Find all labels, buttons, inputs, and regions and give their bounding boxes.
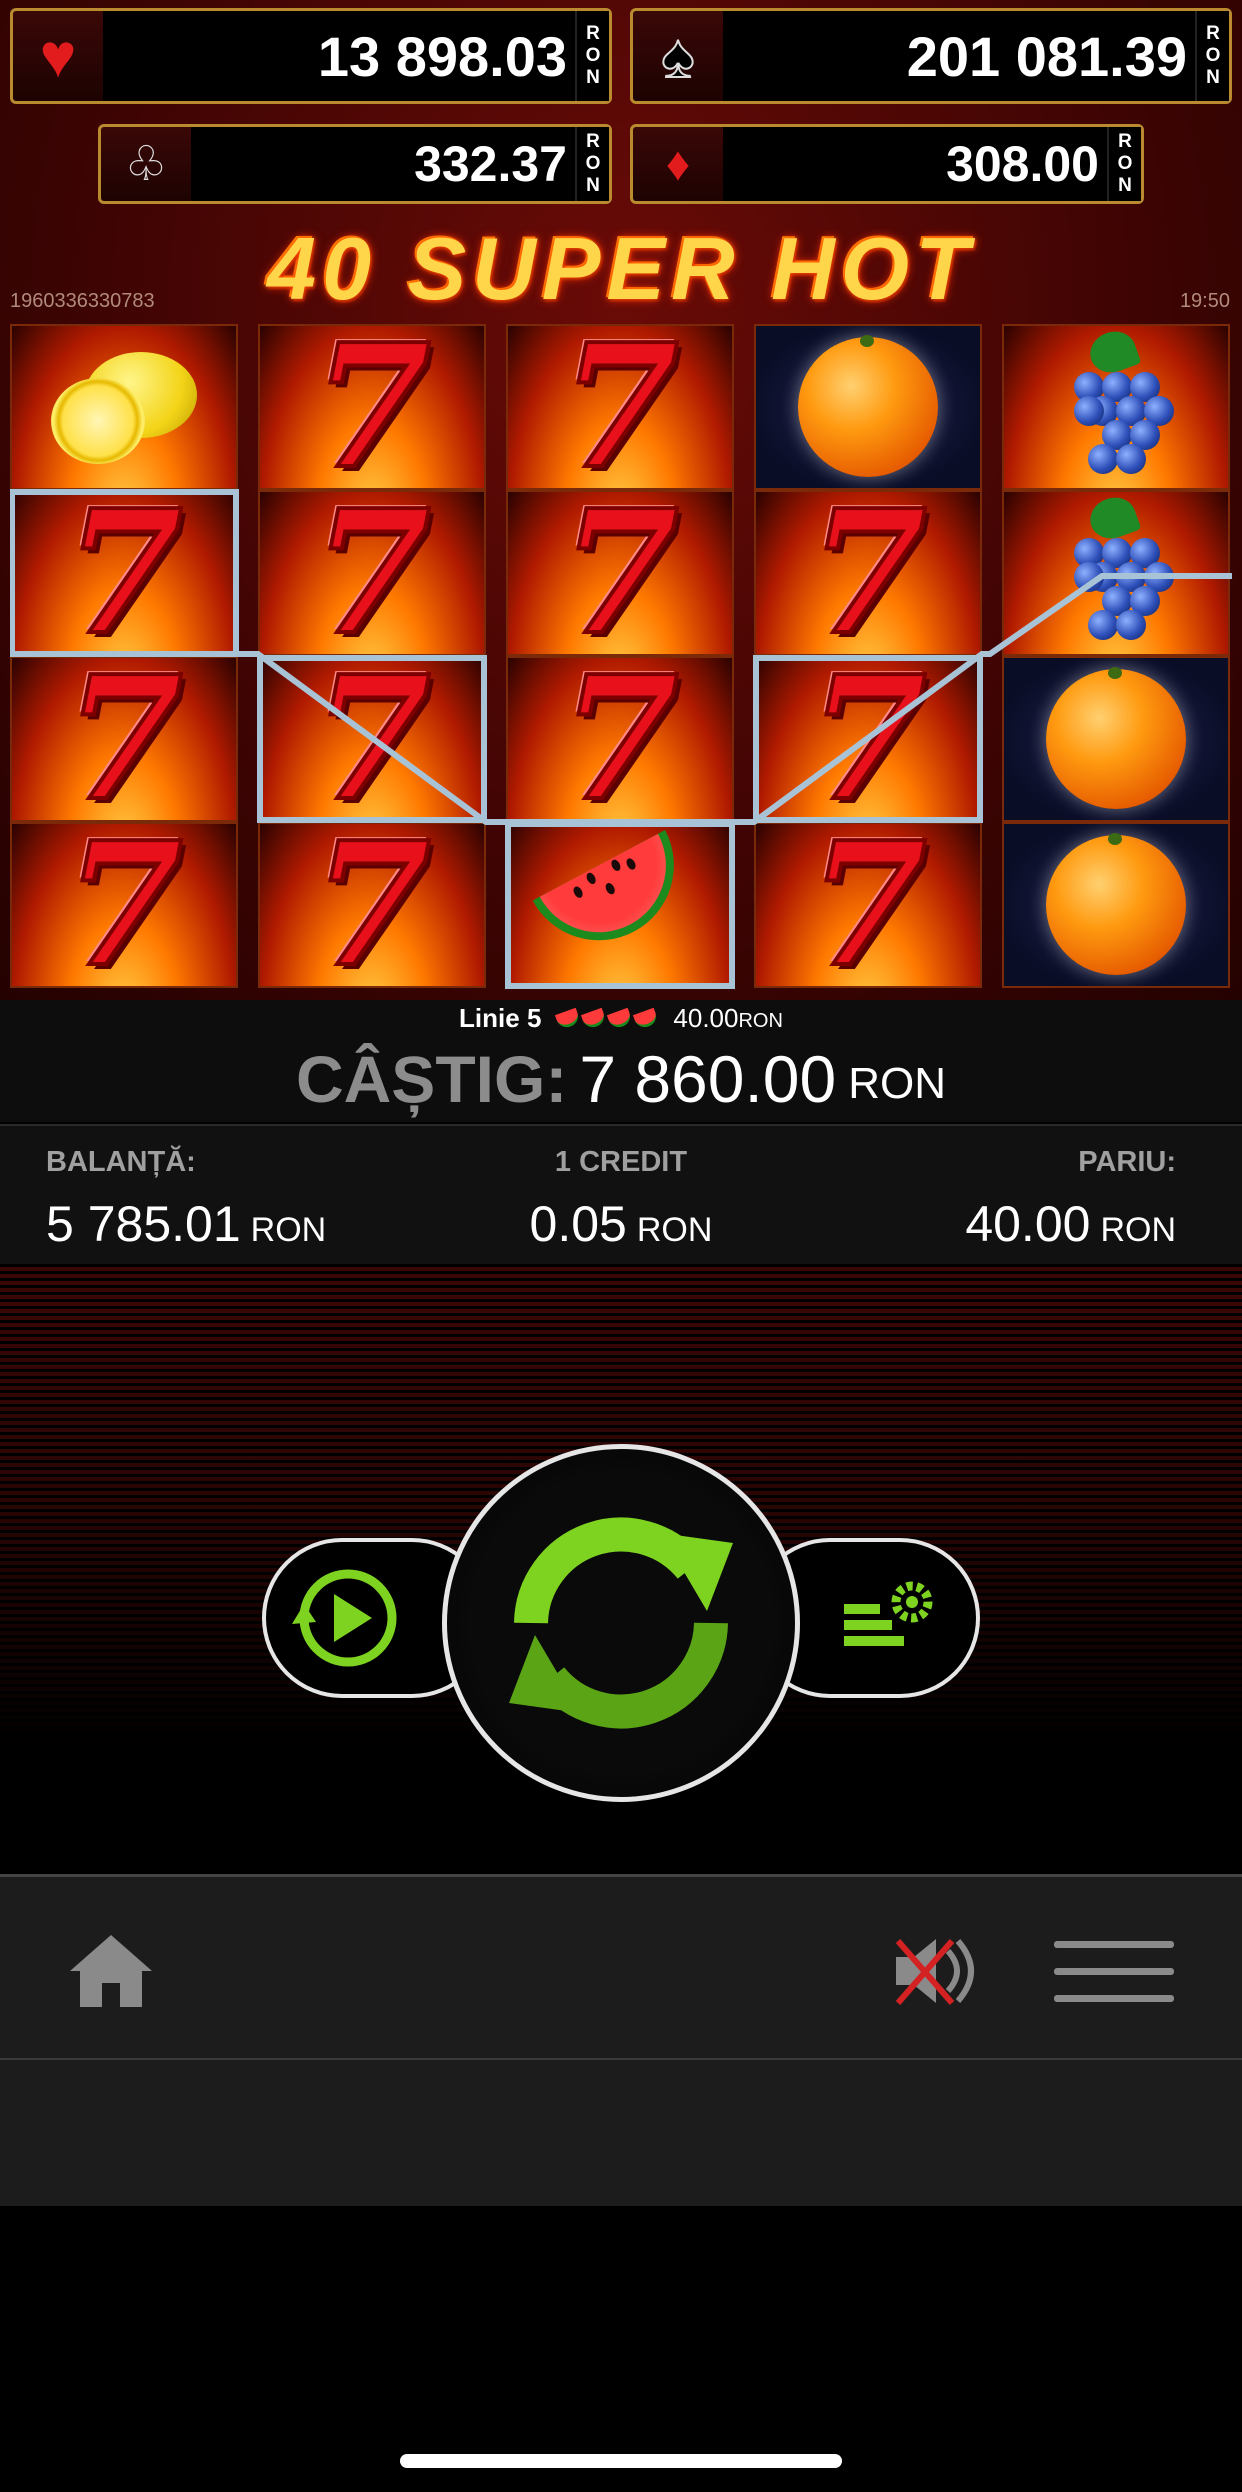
- reel-cell-seven: 7: [506, 656, 734, 822]
- bet[interactable]: PARIU: 40.00 RON: [965, 1146, 1176, 1253]
- hamburger-menu-icon: [1054, 1941, 1174, 1948]
- grapes-symbol-icon: [1046, 492, 1186, 648]
- bottom-strip: [0, 2058, 1242, 2206]
- win-currency: RON: [848, 1059, 947, 1108]
- reel-cell-grapes: [1002, 490, 1230, 656]
- jackpot-diamonds-value: 308.00: [723, 127, 1109, 201]
- payline-label: Linie 5: [459, 1002, 542, 1033]
- win-value: 7 860.00: [579, 1042, 837, 1116]
- jackpot-spades-value: 201 081.39: [723, 11, 1197, 101]
- spin-controls: [0, 1264, 1242, 1874]
- grapes-symbol-icon: [1046, 326, 1186, 482]
- seven-symbol-icon: 7: [559, 656, 681, 822]
- win-label: CÂȘTIG:: [295, 1042, 568, 1116]
- reel-cell-seven: 7: [258, 822, 486, 988]
- clock: 19:50: [1179, 290, 1230, 312]
- game-screen: ♥ 13 898.03 RON ♠ 201 081.39 RON ♧ 332.3…: [0, 0, 1242, 1000]
- seven-symbol-icon: 7: [311, 656, 433, 822]
- seven-symbol-icon: 7: [63, 822, 185, 988]
- payline-symbols: [555, 1003, 660, 1034]
- jackpot-clubs: ♧ 332.37 RON: [98, 124, 612, 204]
- watermelon-symbol-icon: [533, 830, 708, 980]
- reels-grid: 7777777777777: [10, 324, 1232, 994]
- reel-cell-orange: [1002, 656, 1230, 822]
- seven-symbol-icon: 7: [807, 490, 929, 656]
- seven-symbol-icon: 7: [311, 822, 433, 988]
- reel-cell-orange: [754, 324, 982, 490]
- game-title: 40 SUPER HOT: [267, 219, 975, 318]
- menu-button[interactable]: [1054, 1941, 1174, 2007]
- spade-suit-icon: ♠: [633, 11, 726, 101]
- reel-cell-seven: 7: [258, 656, 486, 822]
- orange-symbol-icon: [1046, 667, 1186, 809]
- jackpot-currency: RON: [575, 127, 609, 201]
- reel-cell-grapes: [1002, 324, 1230, 490]
- lemon-symbol-icon: [49, 348, 199, 466]
- orange-symbol-icon: [798, 335, 938, 477]
- jackpot-currency: RON: [575, 11, 609, 101]
- home-indicator[interactable]: [400, 2454, 842, 2468]
- seven-symbol-icon: 7: [807, 822, 929, 988]
- heart-suit-icon: ♥: [13, 11, 106, 101]
- watermelon-icon: [555, 1007, 582, 1030]
- jackpot-hearts: ♥ 13 898.03 RON: [10, 8, 612, 104]
- home-icon: [70, 1935, 152, 2007]
- reel-cell-seven: 7: [258, 324, 486, 490]
- payline-info: Linie 5 40.00RON: [0, 1000, 1242, 1036]
- orange-symbol-icon: [1046, 833, 1186, 975]
- club-suit-icon: ♧: [101, 127, 194, 201]
- jackpot-hearts-value: 13 898.03: [103, 11, 577, 101]
- seven-symbol-icon: 7: [63, 656, 185, 822]
- stats-bar: BALANȚĂ: 5 785.01 RON 1 CREDIT 0.05 RON PA…: [0, 1124, 1242, 1266]
- watermelon-icon: [607, 1007, 634, 1030]
- reel-cell-seven: 7: [10, 822, 238, 988]
- seven-symbol-icon: 7: [559, 324, 681, 490]
- reel-cell-lemon: [10, 324, 238, 490]
- reel-cell-seven: 7: [258, 490, 486, 656]
- bet-currency: RON: [1100, 1211, 1176, 1249]
- game-round-id: 1960336330783: [10, 290, 155, 312]
- jackpot-spades: ♠ 201 081.39 RON: [630, 8, 1232, 104]
- reel-cell-seven: 7: [506, 490, 734, 656]
- reel-cell-seven: 7: [10, 490, 238, 656]
- mute-button[interactable]: [890, 1933, 986, 2009]
- jackpot-diamonds: ♦ 308.00 RON: [630, 124, 1144, 204]
- credit-amount: 0.05: [529, 1196, 627, 1252]
- watermelon-icon: [581, 1007, 608, 1030]
- diamond-suit-icon: ♦: [633, 127, 726, 201]
- reel-cell-seven: 7: [506, 324, 734, 490]
- reel-cell-orange: [1002, 822, 1230, 988]
- seven-symbol-icon: 7: [311, 490, 433, 656]
- credit-currency: RON: [636, 1211, 713, 1249]
- home-button[interactable]: [66, 1931, 156, 2011]
- reel-cell-watermelon: [506, 822, 734, 988]
- reel-cell-seven: 7: [754, 822, 982, 988]
- sound-muted-icon: [895, 1939, 974, 2005]
- spin-icon: [509, 1517, 733, 1729]
- jackpot-currency: RON: [1107, 127, 1141, 201]
- payline-currency: RON: [738, 1009, 783, 1032]
- reel-cell-seven: 7: [10, 656, 238, 822]
- spin-button[interactable]: [442, 1444, 800, 1802]
- seven-symbol-icon: 7: [807, 656, 929, 822]
- seven-symbol-icon: 7: [63, 490, 185, 656]
- bet-label: PARIU:: [1078, 1146, 1176, 1178]
- seven-symbol-icon: 7: [311, 324, 433, 490]
- reel-cell-seven: 7: [754, 656, 982, 822]
- bottom-bar: [0, 1874, 1242, 2061]
- watermelon-icon: [633, 1007, 660, 1030]
- jackpot-clubs-value: 332.37: [191, 127, 577, 201]
- bet-value: 40.00: [965, 1196, 1091, 1252]
- win-display: CÂȘTIG: 7 860.00 RON: [0, 1036, 1242, 1122]
- seven-symbol-icon: 7: [559, 490, 681, 656]
- payline-amount: 40.00: [673, 1002, 739, 1033]
- jackpot-currency: RON: [1195, 11, 1229, 101]
- reel-cell-seven: 7: [754, 490, 982, 656]
